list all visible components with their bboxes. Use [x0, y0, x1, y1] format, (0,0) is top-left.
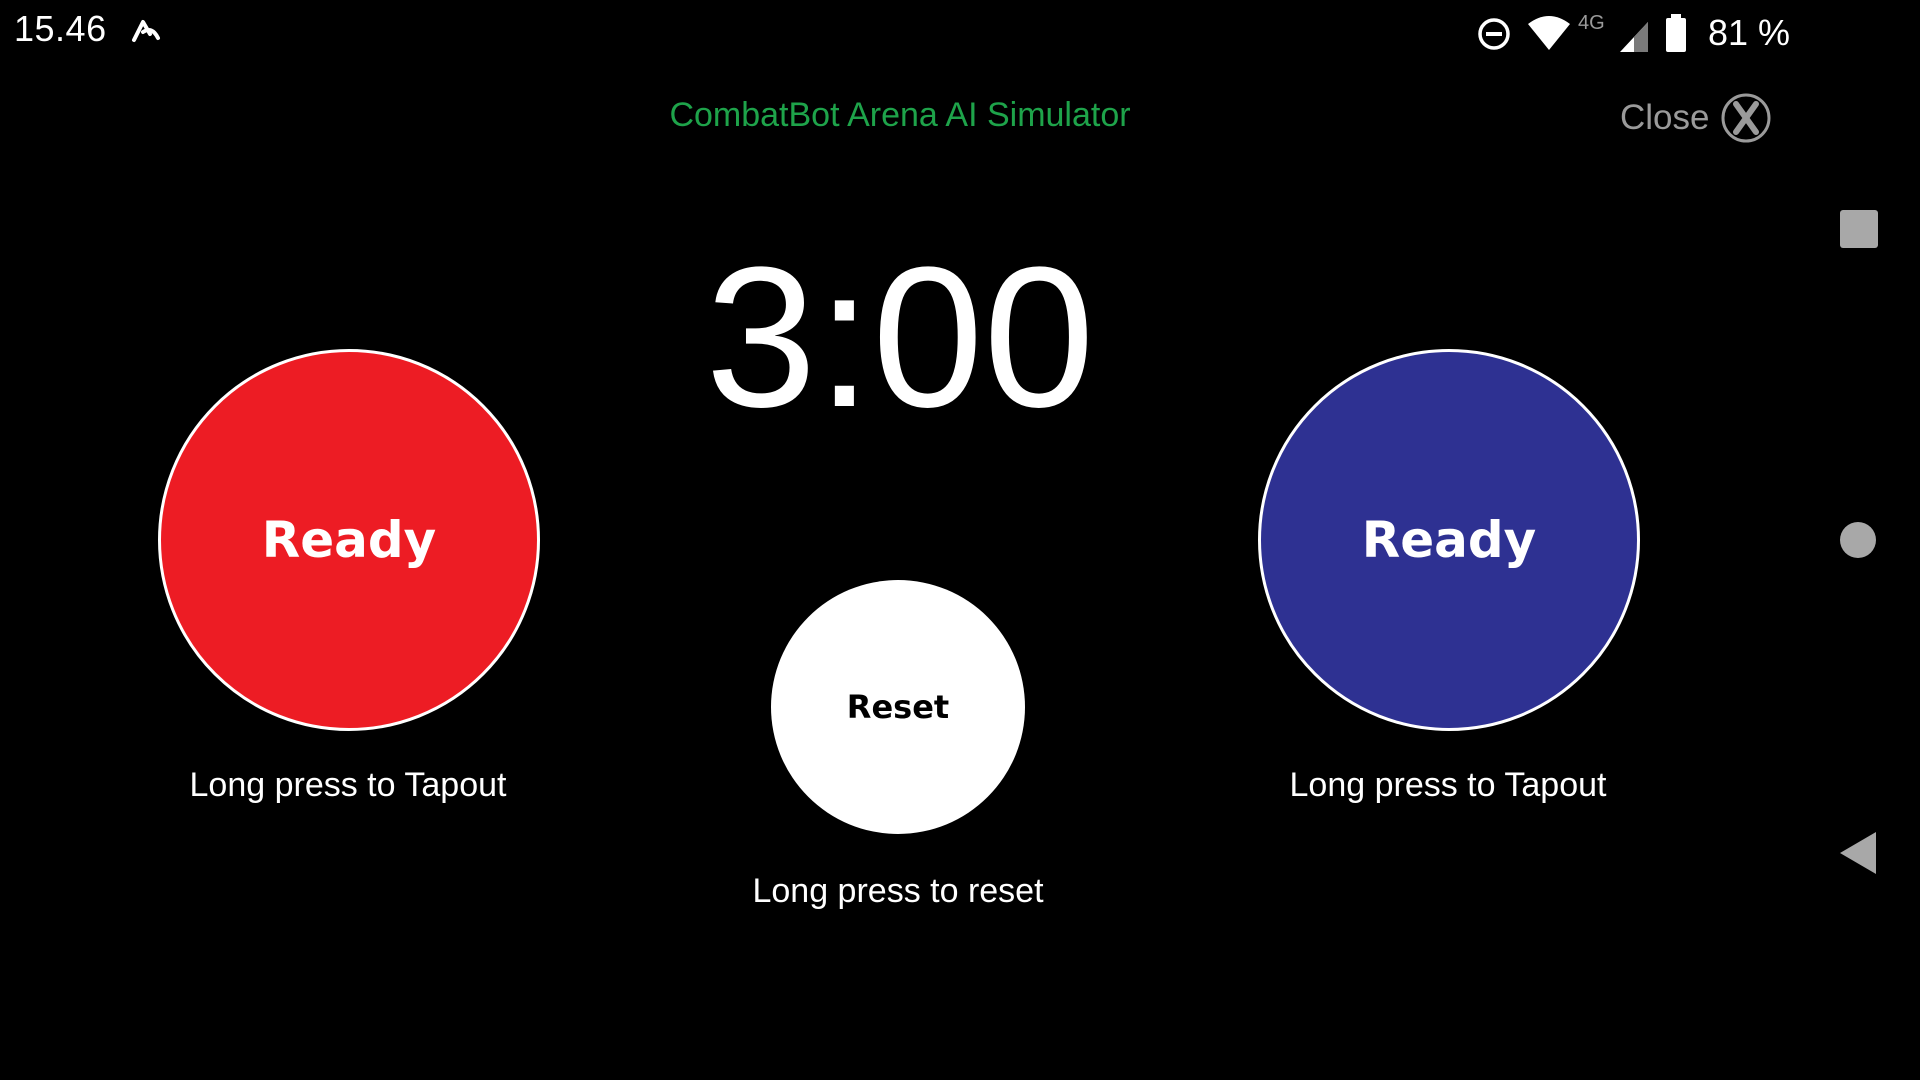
network-type: 4G — [1578, 12, 1605, 34]
app-screen: 15.46 4G 81 % CombatBot Arena AI Simulat… — [0, 0, 1920, 1080]
battery-percentage: 81 % — [1708, 12, 1791, 53]
reset-label: Reset — [846, 688, 950, 726]
do-not-disturb-icon — [1478, 18, 1510, 50]
signal-icon — [1620, 22, 1648, 52]
reset-button[interactable]: Reset — [771, 580, 1025, 834]
status-time: 15.46 — [14, 8, 107, 49]
navigation-bar — [1800, 160, 1920, 920]
battery-icon — [1666, 14, 1686, 52]
red-ready-label: Ready — [261, 511, 437, 569]
blue-ready-button[interactable]: Ready — [1258, 349, 1640, 731]
red-ready-button[interactable]: Ready — [158, 349, 540, 731]
status-icons: 4G 81 % — [1470, 10, 1790, 54]
home-icon[interactable] — [1840, 522, 1876, 558]
status-bar: 15.46 4G 81 % — [0, 0, 1920, 64]
back-icon[interactable] — [1836, 830, 1880, 876]
recents-icon[interactable] — [1840, 210, 1878, 248]
close-icon — [1721, 93, 1771, 143]
app-notification-icon — [132, 20, 160, 42]
red-tapout-hint: Long press to Tapout — [189, 766, 507, 804]
blue-tapout-hint: Long press to Tapout — [1289, 766, 1607, 804]
close-label: Close — [1620, 98, 1710, 137]
reset-hint: Long press to reset — [752, 872, 1044, 910]
wifi-icon — [1528, 16, 1570, 50]
app-title: CombatBot Arena AI Simulator — [669, 96, 1131, 134]
blue-ready-label: Ready — [1361, 511, 1537, 569]
close-button[interactable]: Close — [1616, 92, 1776, 148]
match-timer: 3:00 — [705, 226, 1095, 449]
